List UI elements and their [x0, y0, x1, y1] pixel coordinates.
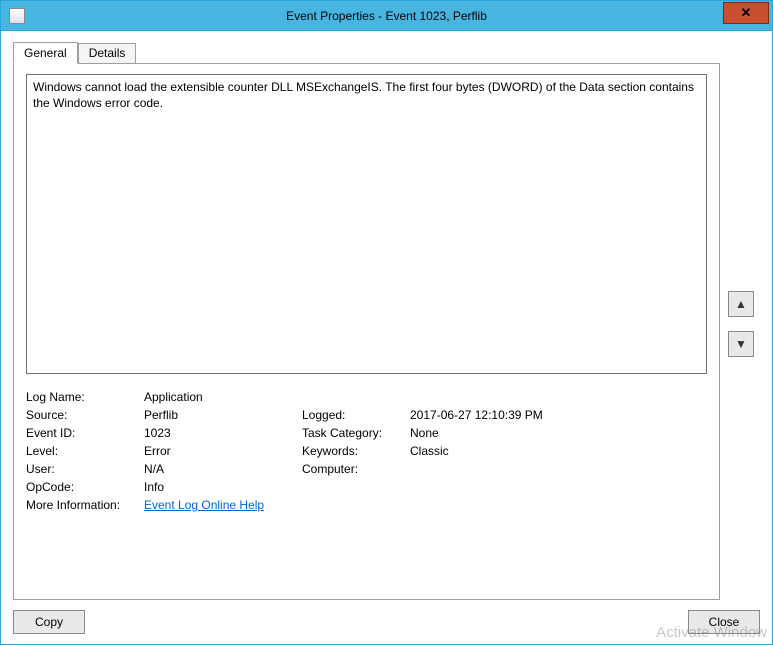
value-event-id: 1023	[144, 426, 294, 440]
copy-button[interactable]: Copy	[13, 610, 85, 634]
prev-event-button[interactable]: ▲	[728, 291, 754, 317]
label-source: Source:	[26, 408, 136, 422]
titlebar: Event Properties - Event 1023, Perflib ✕	[1, 1, 772, 31]
value-task-category: None	[410, 426, 707, 440]
value-log-name: Application	[144, 390, 707, 404]
value-source: Perflib	[144, 408, 294, 422]
close-button[interactable]: Close	[688, 610, 760, 634]
client-area: General Details Windows cannot load the …	[1, 31, 772, 644]
label-logged: Logged:	[302, 408, 402, 422]
close-icon: ✕	[741, 6, 752, 19]
window-title: Event Properties - Event 1023, Perflib	[1, 9, 772, 23]
label-user: User:	[26, 462, 136, 476]
value-opcode: Info	[144, 480, 707, 494]
tab-page-general: Windows cannot load the extensible count…	[13, 63, 720, 600]
label-task-category: Task Category:	[302, 426, 402, 440]
value-user: N/A	[144, 462, 294, 476]
label-keywords: Keywords:	[302, 444, 402, 458]
label-more-info: More Information:	[26, 498, 136, 512]
value-level: Error	[144, 444, 294, 458]
online-help-link[interactable]: Event Log Online Help	[144, 498, 264, 512]
dialog-button-row: Copy Close	[13, 610, 760, 634]
window-close-button[interactable]: ✕	[723, 2, 769, 24]
label-opcode: OpCode:	[26, 480, 136, 494]
value-keywords: Classic	[410, 444, 707, 458]
label-level: Level:	[26, 444, 136, 458]
label-event-id: Event ID:	[26, 426, 136, 440]
event-fields: Log Name: Application Source: Perflib Lo…	[26, 390, 707, 512]
tab-general[interactable]: General	[13, 42, 78, 64]
value-logged: 2017-06-27 12:10:39 PM	[410, 408, 707, 422]
tabstrip: General Details	[13, 41, 720, 63]
arrow-up-icon: ▲	[735, 297, 747, 311]
tab-details[interactable]: Details	[78, 43, 137, 63]
label-log-name: Log Name:	[26, 390, 136, 404]
event-properties-window: Event Properties - Event 1023, Perflib ✕…	[0, 0, 773, 645]
next-event-button[interactable]: ▼	[728, 331, 754, 357]
arrow-down-icon: ▼	[735, 337, 747, 351]
value-computer	[410, 462, 707, 476]
event-message[interactable]: Windows cannot load the extensible count…	[26, 74, 707, 374]
label-computer: Computer:	[302, 462, 402, 476]
app-icon	[9, 8, 25, 24]
